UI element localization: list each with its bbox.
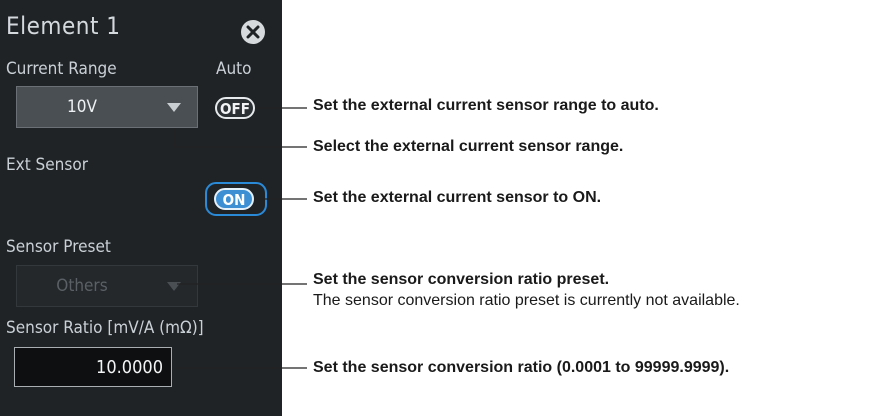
annotation-preset-note: The sensor conversion ratio preset is cu… <box>313 292 740 309</box>
annotation-range: Select the external current sensor range… <box>313 138 624 155</box>
annotation-preset: Set the sensor conversion ratio preset. <box>313 271 610 288</box>
annotation-auto: Set the external current sensor range to… <box>313 97 659 114</box>
annotation-ratio: Set the sensor conversion ratio (0.0001 … <box>313 359 730 376</box>
callout-leader-lines <box>172 107 307 369</box>
annotation-ext-sensor: Set the external current sensor to ON. <box>313 189 602 206</box>
